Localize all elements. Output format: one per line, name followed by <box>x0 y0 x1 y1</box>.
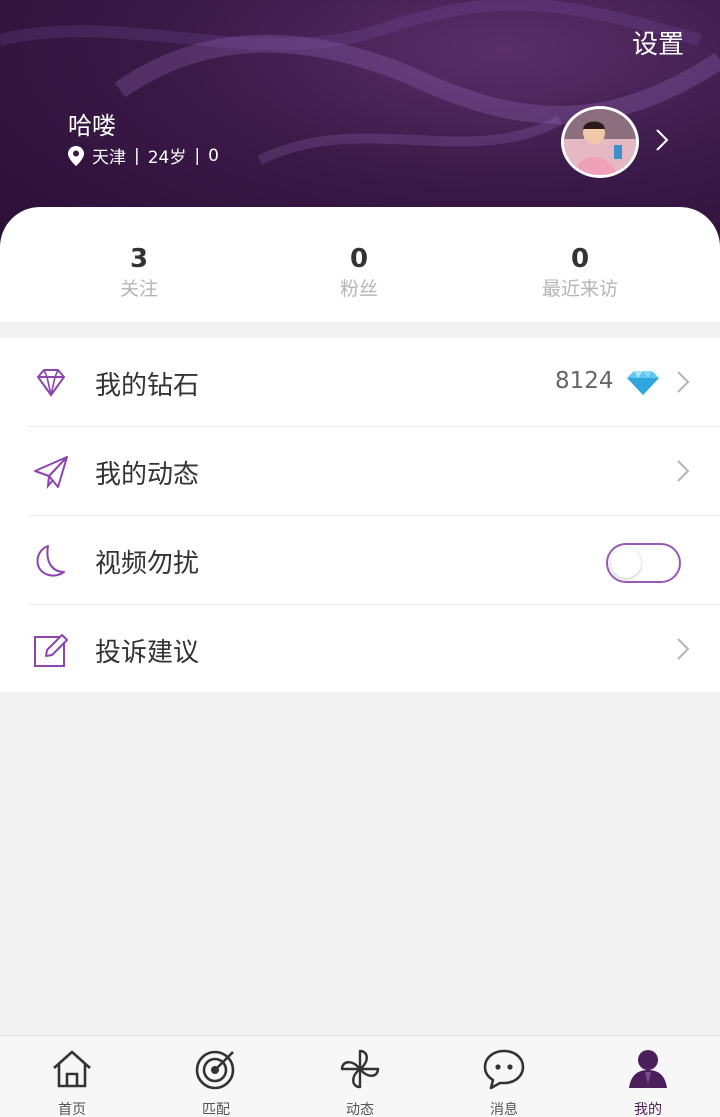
user-subinfo: 天津 | 24岁 | 0 <box>68 143 219 168</box>
menu-item-moments[interactable]: 我的动态 <box>0 427 720 516</box>
home-icon <box>53 1050 91 1088</box>
username: 哈喽 <box>68 112 116 140</box>
menu-item-feedback[interactable]: 投诉建议 <box>0 605 720 694</box>
chevron-right-icon[interactable] <box>655 128 669 152</box>
tab-mine[interactable]: 我的 <box>576 1036 720 1117</box>
menu-label: 我的动态 <box>95 460 200 490</box>
tab-home[interactable]: 首页 <box>0 1036 144 1117</box>
stat-value: 0 <box>349 244 369 274</box>
location-text: 天津 <box>92 148 126 168</box>
target-icon <box>195 1050 235 1090</box>
tab-label: 我的 <box>634 1102 662 1117</box>
paper-plane-icon <box>34 456 68 490</box>
avatar[interactable] <box>561 106 639 178</box>
user-icon <box>629 1050 667 1088</box>
do-not-disturb-toggle[interactable] <box>606 543 681 583</box>
menu-label: 投诉建议 <box>95 638 200 668</box>
stat-recent-visitors[interactable]: 0 最近来访 <box>480 243 680 303</box>
menu-item-diamonds[interactable]: 我的钻石 8124 <box>0 338 720 427</box>
chevron-right-icon <box>677 638 690 660</box>
separator: | <box>194 145 201 166</box>
bottom-tab-bar: 首页 匹配 动态 消息 我的 <box>0 1035 720 1117</box>
menu-label: 我的钻石 <box>95 371 200 401</box>
pinwheel-icon <box>340 1049 380 1089</box>
stat-fans[interactable]: 0 粉丝 <box>259 243 459 303</box>
chevron-right-icon <box>677 371 690 393</box>
menu-list: 我的钻石 8124 我的动态 视频勿扰 投诉建议 <box>0 338 720 692</box>
avatar-image <box>564 109 636 175</box>
separator: | <box>134 145 140 166</box>
stat-label: 关注 <box>119 278 158 300</box>
toggle-knob <box>611 548 641 578</box>
tab-messages[interactable]: 消息 <box>432 1036 576 1117</box>
stat-following[interactable]: 3 关注 <box>39 243 239 303</box>
blue-diamond-icon <box>627 371 659 395</box>
tab-label: 匹配 <box>202 1102 230 1117</box>
tab-label: 动态 <box>346 1102 374 1117</box>
moon-icon <box>36 545 65 577</box>
age-text: 24岁 <box>147 148 187 168</box>
diamond-icon <box>36 369 66 397</box>
location-pin-icon <box>68 145 84 166</box>
tab-moments[interactable]: 动态 <box>288 1036 432 1117</box>
chevron-right-icon <box>677 460 690 482</box>
settings-button[interactable]: 设置 <box>632 24 684 61</box>
stat-value: 3 <box>129 244 149 274</box>
tab-label: 消息 <box>490 1102 518 1117</box>
menu-label: 视频勿扰 <box>95 549 200 579</box>
tab-match[interactable]: 匹配 <box>144 1036 288 1117</box>
menu-item-do-not-disturb: 视频勿扰 <box>0 516 720 605</box>
tab-label: 首页 <box>58 1102 86 1117</box>
stat-label: 最近来访 <box>541 278 618 300</box>
stat-value: 0 <box>570 244 590 274</box>
stats-card: 3 关注 0 粉丝 0 最近来访 <box>0 207 720 322</box>
chat-icon <box>483 1049 525 1090</box>
stat-label: 粉丝 <box>339 278 378 300</box>
diamond-count: 8124 <box>555 368 614 394</box>
edit-icon <box>34 634 68 667</box>
extra-value: 0 <box>208 145 219 166</box>
